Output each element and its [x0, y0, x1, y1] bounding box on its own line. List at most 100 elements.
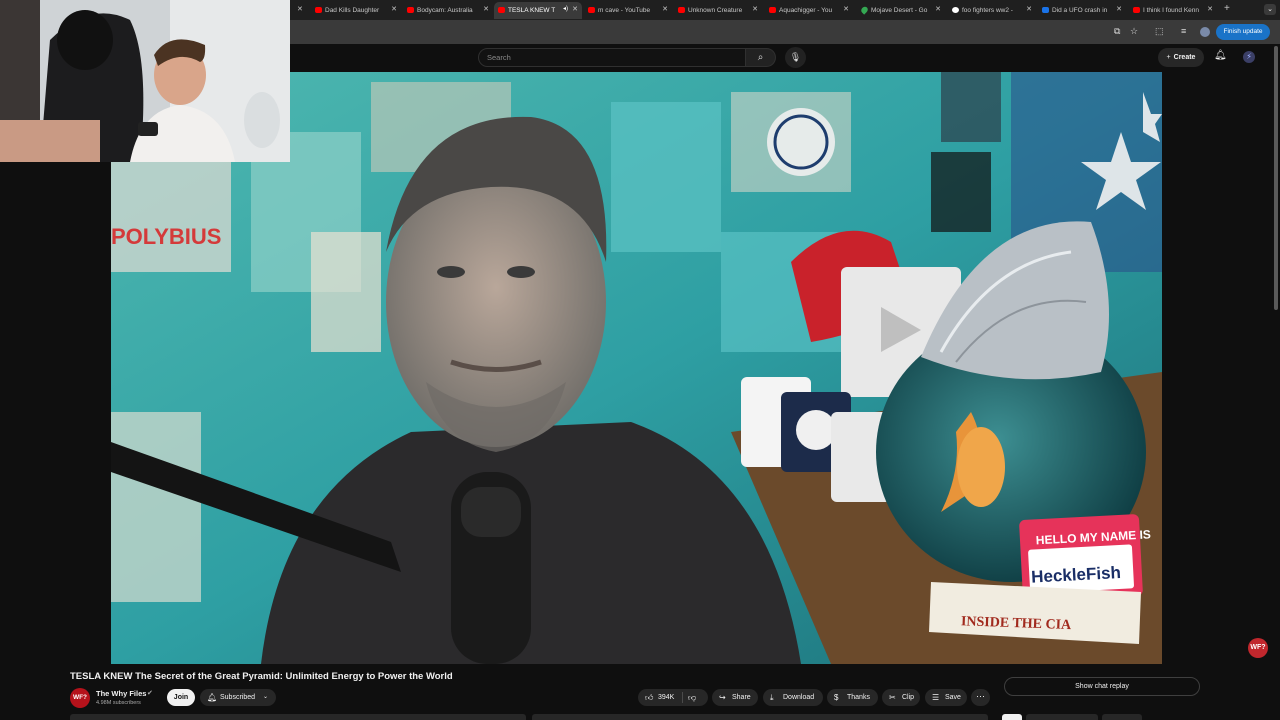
thanks-label: Thanks: [847, 694, 870, 701]
tab-label: m cave - YouTube: [598, 7, 651, 14]
tab-label: foo fighters ww2 -: [962, 7, 1013, 14]
download-button[interactable]: ⤓ Download: [763, 689, 823, 706]
tab-label: Unknown Creature: [688, 7, 743, 14]
search-input[interactable]: Search: [478, 48, 746, 67]
channel-name[interactable]: The Why Files: [96, 689, 146, 698]
subscriber-count: 4.98M subscribers: [96, 700, 141, 706]
create-label: Create: [1173, 54, 1196, 61]
chevron-down-icon: ⌄: [262, 694, 268, 700]
youtube-favicon-icon: [407, 7, 414, 13]
divider: [682, 692, 683, 703]
tab-label: Mojave Desert - Go: [871, 7, 928, 14]
like-count[interactable]: 394K: [658, 689, 674, 706]
share-button[interactable]: ↪ Share: [712, 689, 758, 706]
tab-label: Dad Kills Daughter: [325, 7, 380, 14]
youtube-favicon-icon: [769, 7, 776, 13]
youtube-favicon-icon: [498, 7, 505, 13]
tab-close-icon[interactable]: ✕: [1116, 5, 1122, 13]
cast-icon[interactable]: ⧉: [1114, 26, 1120, 37]
medium-m-icon: [1042, 7, 1049, 13]
tab-close-icon[interactable]: ✕: [483, 5, 489, 13]
tab-label: Aquachigger - You: [779, 7, 833, 14]
tab-search-chevron-icon[interactable]: ⌄: [1264, 4, 1276, 15]
like-dislike-group: 👍︎ 394K 👎︎: [638, 689, 708, 706]
playlist-add-icon: ☰: [932, 693, 940, 702]
clip-button[interactable]: ✂ Clip: [882, 689, 920, 706]
more-actions-button[interactable]: ⋯: [971, 689, 990, 706]
search-button[interactable]: ⌕: [746, 48, 776, 67]
browser-tab[interactable]: Unknown Creature ✕: [674, 2, 762, 19]
profile-avatar[interactable]: [1200, 27, 1210, 37]
tab-close-icon[interactable]: ✕: [752, 5, 758, 13]
tab-close-icon[interactable]: ✕: [1207, 5, 1213, 13]
save-button[interactable]: ☰ Save: [925, 689, 967, 706]
microphone-icon: 🎙: [789, 52, 802, 62]
download-label: Download: [783, 694, 815, 701]
browser-tab[interactable]: Dad Kills Daughter ✕: [311, 2, 401, 19]
create-button[interactable]: + Create: [1158, 48, 1204, 67]
google-g-icon: [952, 7, 959, 13]
scissors-icon: ✂: [889, 693, 896, 702]
webcam-overlay: [0, 0, 290, 162]
subscribed-button[interactable]: 🔔︎ Subscribed ⌄: [200, 689, 276, 706]
tab-close-icon[interactable]: ✕: [572, 5, 578, 13]
browser-tab[interactable]: m cave - YouTube ✕: [584, 2, 672, 19]
video-title: TESLA KNEW The Secret of the Great Pyram…: [70, 671, 453, 682]
download-icon: ⤓: [770, 693, 774, 702]
browser-tab[interactable]: Bodycam: Australia ✕: [403, 2, 493, 19]
bookmark-star-icon[interactable]: ☆: [1130, 26, 1138, 37]
share-label: Share: [732, 694, 751, 701]
thumbs-down-icon: 👎︎: [688, 693, 697, 702]
browser-tab[interactable]: I think I found Kenn ✕: [1129, 2, 1217, 19]
show-chat-replay-button[interactable]: Show chat replay: [1004, 677, 1200, 696]
bell-icon: 🔔︎: [207, 693, 218, 702]
finish-update-button[interactable]: Finish update: [1216, 24, 1270, 40]
notifications-bell-icon[interactable]: 🔔︎: [1214, 50, 1227, 61]
filter-chip[interactable]: [1102, 714, 1142, 720]
tab-label: TESLA KNEW T: [508, 7, 556, 14]
tab-label: Did a UFO crash in: [1052, 7, 1108, 14]
tab-close-icon[interactable]: ✕: [391, 5, 397, 13]
maps-pin-icon: [859, 5, 870, 15]
speaker-icon[interactable]: ◂): [563, 5, 568, 12]
extensions-icon[interactable]: ⬚: [1155, 26, 1164, 37]
filter-chip[interactable]: [1026, 714, 1098, 720]
browser-tab[interactable]: Aquachigger - You ✕: [765, 2, 853, 19]
description-box[interactable]: [70, 714, 526, 720]
join-button[interactable]: Join: [167, 689, 195, 706]
tab-label: I think I found Kenn: [1143, 7, 1200, 14]
tab-close-icon[interactable]: ✕: [662, 5, 668, 13]
dislike-button[interactable]: 👎︎: [688, 689, 696, 706]
browser-tab[interactable]: Mojave Desert - Go ✕: [857, 2, 945, 19]
youtube-favicon-icon: [678, 7, 685, 13]
browser-tab[interactable]: foo fighters ww2 - ✕: [948, 2, 1036, 19]
youtube-favicon-icon: [1133, 7, 1140, 13]
super-thanks-icon: $: [834, 693, 839, 702]
tab-close-icon[interactable]: ✕: [1026, 5, 1032, 13]
youtube-favicon-icon: [588, 7, 595, 13]
poster-text: POLYBIUS: [111, 224, 221, 249]
account-avatar[interactable]: ⚡︎: [1243, 51, 1255, 63]
youtube-favicon-icon: [315, 7, 322, 13]
thanks-button[interactable]: $ Thanks: [827, 689, 878, 706]
like-button[interactable]: 👍︎: [645, 689, 653, 706]
channel-avatar[interactable]: WF?: [70, 688, 90, 708]
voice-search-button[interactable]: 🎙: [785, 47, 806, 68]
verified-badge-icon: ✔︎: [147, 690, 153, 697]
tab-close-icon[interactable]: ✕: [935, 5, 941, 13]
tab-close-icon[interactable]: ✕: [297, 5, 303, 13]
save-label: Save: [945, 694, 961, 701]
share-arrow-icon: ↪: [719, 693, 726, 702]
tab-close-icon[interactable]: ✕: [843, 5, 849, 13]
comments-preview[interactable]: [532, 714, 988, 720]
browser-tab-active[interactable]: TESLA KNEW T ◂) ✕: [494, 2, 582, 19]
filter-chip-all[interactable]: [1002, 714, 1022, 720]
browser-tab[interactable]: Did a UFO crash in ✕: [1038, 2, 1126, 19]
new-tab-icon[interactable]: +: [1224, 3, 1230, 14]
media-controls-icon[interactable]: ≡: [1181, 26, 1186, 36]
page-scrollbar-thumb[interactable]: [1274, 46, 1278, 310]
subscribed-label: Subscribed: [220, 694, 256, 701]
tab-label: Bodycam: Australia: [417, 7, 473, 14]
channel-watermark[interactable]: WF?: [1248, 638, 1268, 658]
thumbs-up-icon: 👍︎: [645, 693, 654, 702]
